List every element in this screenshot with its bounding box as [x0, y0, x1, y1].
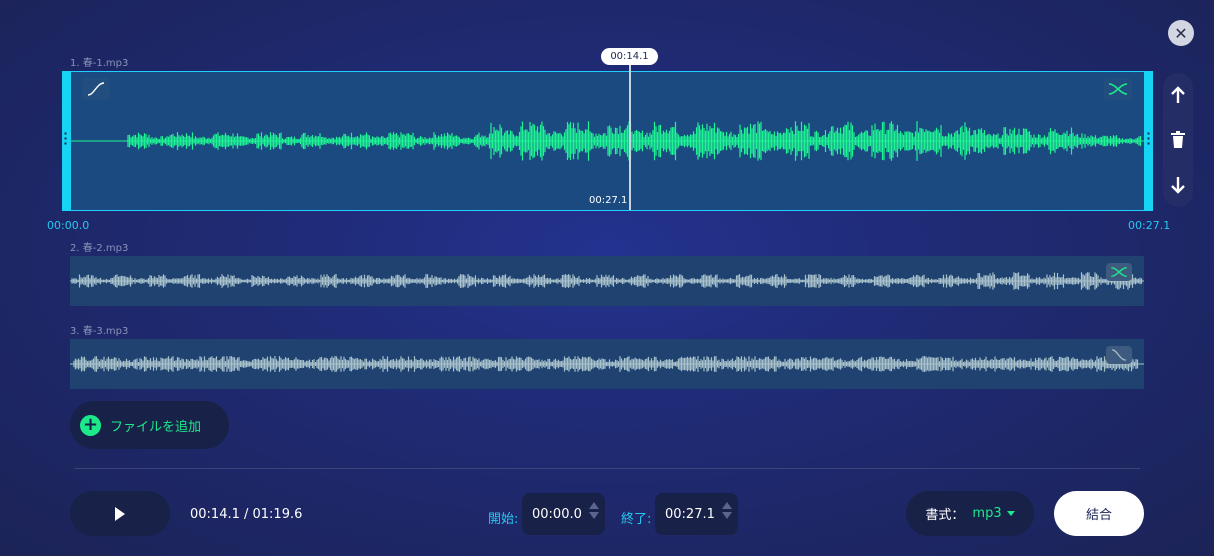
close-button[interactable]: ✕ — [1168, 20, 1194, 46]
chevron-down-icon — [1006, 511, 1015, 516]
track-end-time: 00:27.1 — [1128, 219, 1171, 232]
add-file-label: ファイルを追加 — [110, 419, 202, 435]
track-1-label: 1. 春-1.mp3 — [70, 58, 129, 69]
format-label: 書式： — [925, 508, 965, 523]
merge-button[interactable]: 結合 — [1054, 491, 1144, 536]
track-3-label: 3. 春-3.mp3 — [70, 326, 129, 337]
start-time-stepper[interactable] — [589, 502, 599, 519]
end-time-stepper[interactable] — [722, 502, 732, 519]
track-3-waveform[interactable] — [70, 339, 1144, 389]
track-1-duration: 00:27.1 — [589, 195, 628, 206]
waveform-track-2 — [70, 272, 1144, 290]
fade-out-icon — [1112, 349, 1126, 361]
playhead-time: 00:14.1 — [601, 48, 658, 65]
waveform-track-1 — [71, 121, 1146, 161]
end-time-value: 00:27.1 — [665, 506, 715, 522]
add-file-button[interactable]: + ファイルを追加 — [70, 401, 229, 449]
format-select[interactable]: 書式： mp3 — [906, 491, 1034, 536]
play-button[interactable] — [70, 491, 170, 536]
crossfade-icon — [1111, 267, 1127, 277]
play-icon — [115, 506, 125, 521]
close-icon: ✕ — [1174, 23, 1188, 43]
start-time-field[interactable]: 00:00.0 — [522, 493, 605, 535]
arrow-down-icon — [1171, 176, 1185, 194]
track-2-label: 2. 春-2.mp3 — [70, 243, 129, 254]
end-label: 終了: — [621, 512, 652, 527]
start-time-value: 00:00.0 — [532, 506, 582, 522]
playback-time: 00:14.1 / 01:19.6 — [190, 507, 303, 522]
track-side-controls — [1163, 73, 1193, 207]
track-2-waveform[interactable] — [70, 256, 1144, 306]
format-value: mp3 — [972, 506, 1002, 521]
start-label: 開始: — [488, 512, 519, 527]
track-2-crossfade-button[interactable] — [1106, 263, 1132, 281]
move-down-button[interactable] — [1167, 170, 1189, 200]
divider — [74, 468, 1140, 469]
track-start-time: 00:00.0 — [47, 219, 90, 232]
delete-button[interactable] — [1167, 125, 1189, 155]
fade-out-button[interactable] — [1106, 346, 1132, 364]
plus-icon: + — [80, 414, 101, 436]
end-time-field[interactable]: 00:27.1 — [655, 493, 738, 535]
move-up-button[interactable] — [1167, 80, 1189, 110]
trim-start-handle[interactable] — [62, 71, 71, 211]
track-1-waveform[interactable] — [62, 71, 1153, 211]
trash-icon — [1171, 131, 1185, 149]
playhead-line[interactable] — [629, 62, 631, 210]
waveform-track-3 — [70, 356, 1144, 372]
arrow-up-icon — [1171, 86, 1185, 104]
